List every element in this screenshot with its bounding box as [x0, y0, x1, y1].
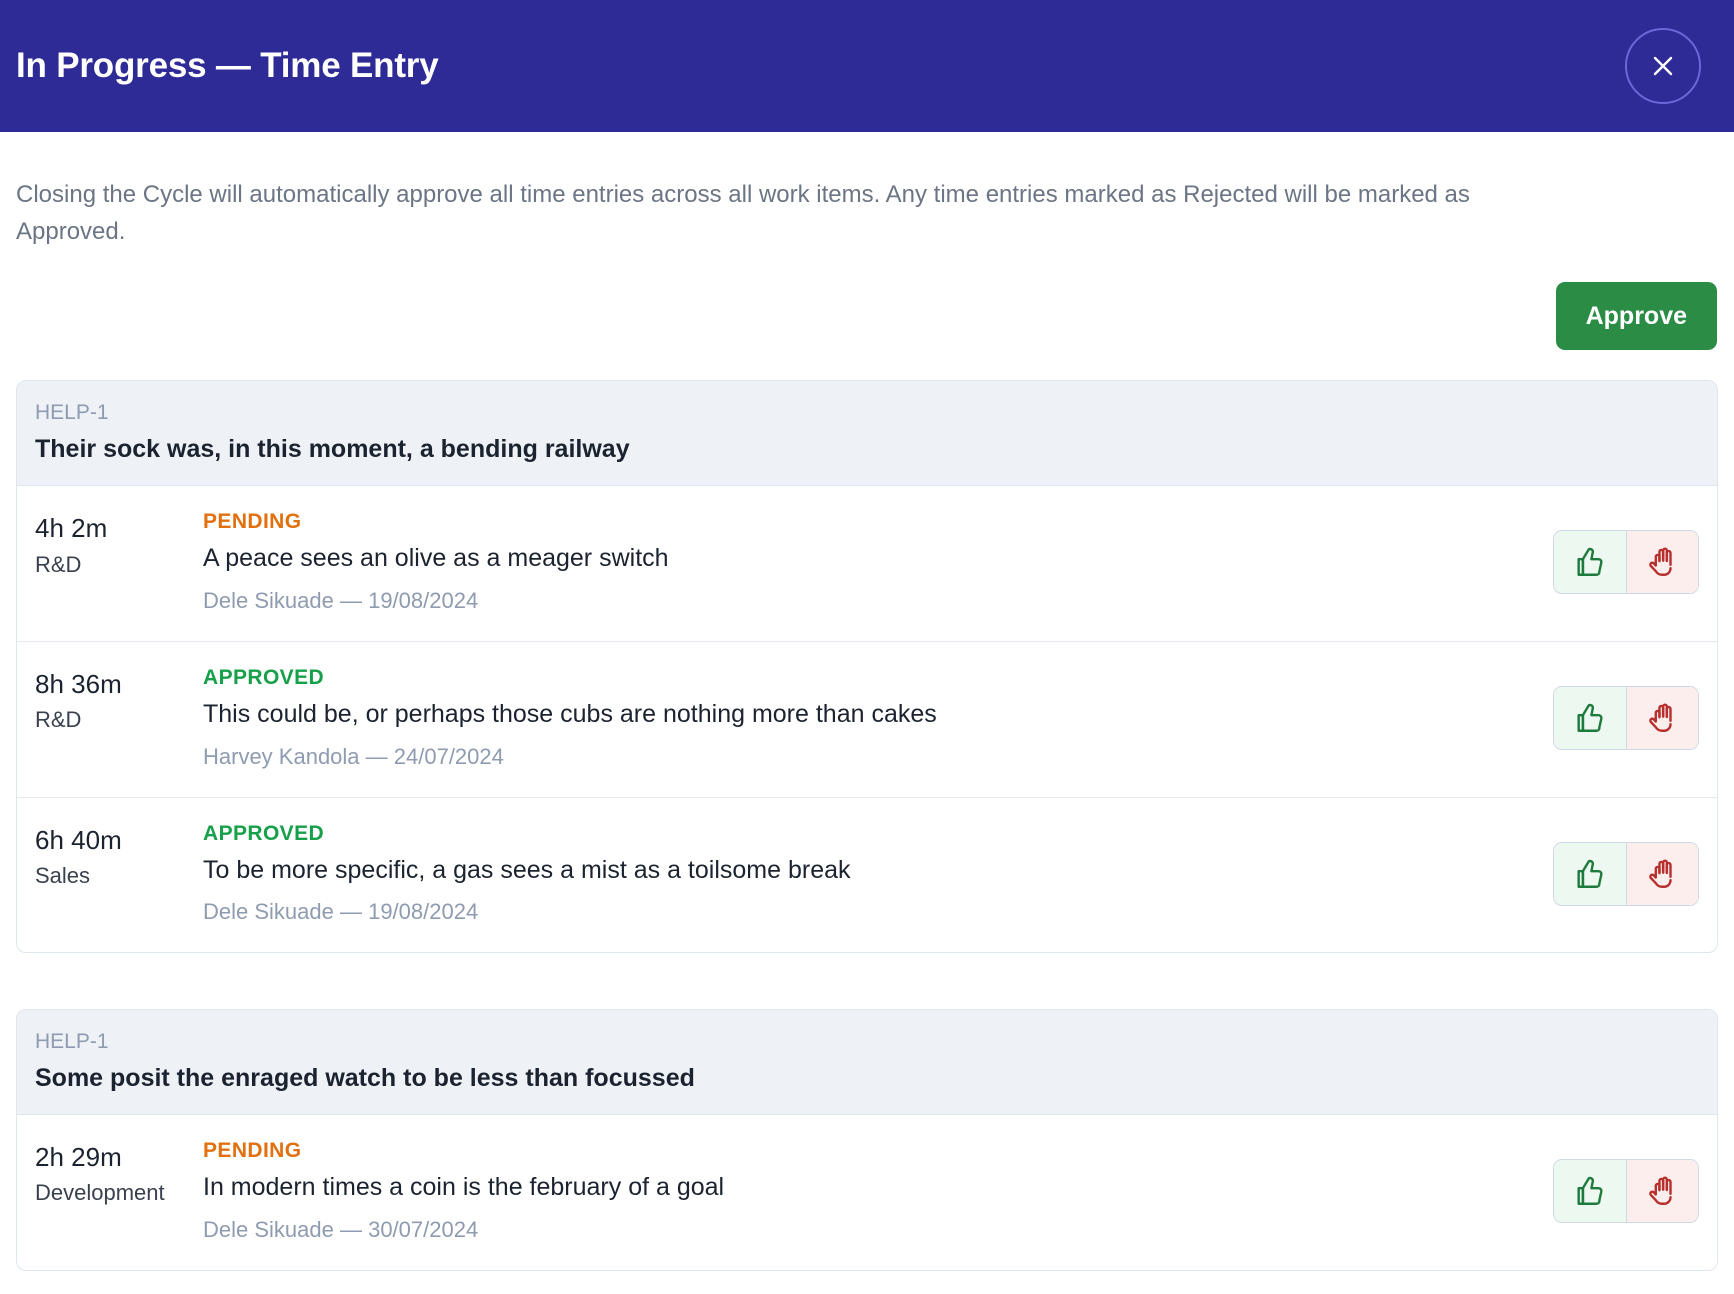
- time-entry-meta: 2h 29mDevelopment: [35, 1137, 203, 1209]
- time-entry-details: PENDING A peace sees an olive as a meager…: [203, 508, 1553, 617]
- work-item-title: Their sock was, in this moment, a bendin…: [35, 431, 1699, 467]
- time-entry-duration: 8h 36m: [35, 668, 203, 701]
- work-item-key: HELP-1: [35, 397, 1699, 429]
- time-entry-department: R&D: [35, 704, 203, 736]
- time-entry-meta: 4h 2m R&D: [35, 508, 203, 580]
- time-entry-description: This could be, or perhaps those cubs are…: [203, 696, 1529, 734]
- work-item-title: Some posit the enraged watch to be less …: [35, 1060, 1699, 1096]
- work-item-card: HELP-1Their sock was, in this moment, a …: [16, 380, 1718, 953]
- approve-entry-button[interactable]: [1554, 1160, 1626, 1222]
- status-badge: APPROVED: [203, 664, 1529, 691]
- raised-hand-icon: [1646, 1174, 1680, 1208]
- time-entry-department: Development: [35, 1177, 203, 1209]
- reject-entry-button[interactable]: [1626, 1160, 1698, 1222]
- raised-hand-icon: [1646, 857, 1680, 891]
- modal-description: Closing the Cycle will automatically app…: [16, 132, 1521, 250]
- time-entry-duration: 4h 2m: [35, 512, 203, 545]
- time-entry-byline: Harvey Kandola — 24/07/2024: [203, 741, 1529, 773]
- time-entry-duration: 2h 29m: [35, 1141, 203, 1174]
- time-entry-department: Sales: [35, 860, 203, 892]
- approve-entry-button[interactable]: [1554, 687, 1626, 749]
- page-title: In Progress — Time Entry: [16, 47, 438, 86]
- work-item-header: HELP-1Some posit the enraged watch to be…: [17, 1010, 1717, 1115]
- reject-entry-button[interactable]: [1626, 687, 1698, 749]
- reject-entry-button[interactable]: [1626, 843, 1698, 905]
- time-entry-actions: [1553, 842, 1699, 906]
- work-items-list: HELP-1Their sock was, in this moment, a …: [16, 380, 1718, 1270]
- time-entry-byline: Dele Sikuade — 30/07/2024: [203, 1214, 1529, 1246]
- time-entry-details: APPROVED To be more specific, a gas sees …: [203, 820, 1553, 929]
- time-entry-byline: Dele Sikuade — 19/08/2024: [203, 896, 1529, 928]
- time-entry-row: 6h 40mSalesAPPROVED To be more specific, …: [17, 798, 1717, 953]
- work-item-key: HELP-1: [35, 1026, 1699, 1058]
- modal-header: In Progress — Time Entry: [0, 0, 1734, 132]
- time-entry-meta: 8h 36mR&D: [35, 664, 203, 736]
- time-entry-row: 4h 2m R&DPENDING A peace sees an olive as …: [17, 486, 1717, 642]
- status-badge: APPROVED: [203, 820, 1529, 847]
- time-entry-details: APPROVED This could be, or perhaps those …: [203, 664, 1553, 773]
- close-icon: [1648, 51, 1678, 81]
- time-entry-actions: [1553, 1159, 1699, 1223]
- approve-all-button[interactable]: Approve: [1556, 282, 1717, 350]
- work-item-card: HELP-1Some posit the enraged watch to be…: [16, 1009, 1718, 1270]
- time-entry-actions: [1553, 686, 1699, 750]
- approve-entry-button[interactable]: [1554, 531, 1626, 593]
- time-entry-actions: [1553, 530, 1699, 594]
- toolbar: Approve: [16, 250, 1718, 380]
- approve-entry-button[interactable]: [1554, 843, 1626, 905]
- thumbs-up-icon: [1573, 1174, 1607, 1208]
- thumbs-up-icon: [1573, 701, 1607, 735]
- close-button[interactable]: [1625, 28, 1701, 104]
- thumbs-up-icon: [1573, 545, 1607, 579]
- time-entry-meta: 6h 40mSales: [35, 820, 203, 892]
- thumbs-up-icon: [1573, 857, 1607, 891]
- raised-hand-icon: [1646, 701, 1680, 735]
- reject-entry-button[interactable]: [1626, 531, 1698, 593]
- time-entry-description: To be more specific, a gas sees a mist a…: [203, 852, 1529, 890]
- time-entry-byline: Dele Sikuade — 19/08/2024: [203, 585, 1529, 617]
- raised-hand-icon: [1646, 545, 1680, 579]
- time-entry-details: PENDING In modern times a coin is the feb…: [203, 1137, 1553, 1246]
- time-entry-row: 2h 29mDevelopmentPENDING In modern times …: [17, 1115, 1717, 1270]
- time-entry-description: In modern times a coin is the february o…: [203, 1169, 1529, 1207]
- time-entry-department: R&D: [35, 549, 203, 581]
- status-badge: PENDING: [203, 508, 1529, 535]
- time-entry-duration: 6h 40m: [35, 824, 203, 857]
- time-entry-description: A peace sees an olive as a meager switch: [203, 540, 1529, 578]
- status-badge: PENDING: [203, 1137, 1529, 1164]
- work-item-header: HELP-1Their sock was, in this moment, a …: [17, 381, 1717, 486]
- modal-body: Closing the Cycle will automatically app…: [0, 132, 1734, 1271]
- time-entry-row: 8h 36mR&DAPPROVED This could be, or perha…: [17, 642, 1717, 798]
